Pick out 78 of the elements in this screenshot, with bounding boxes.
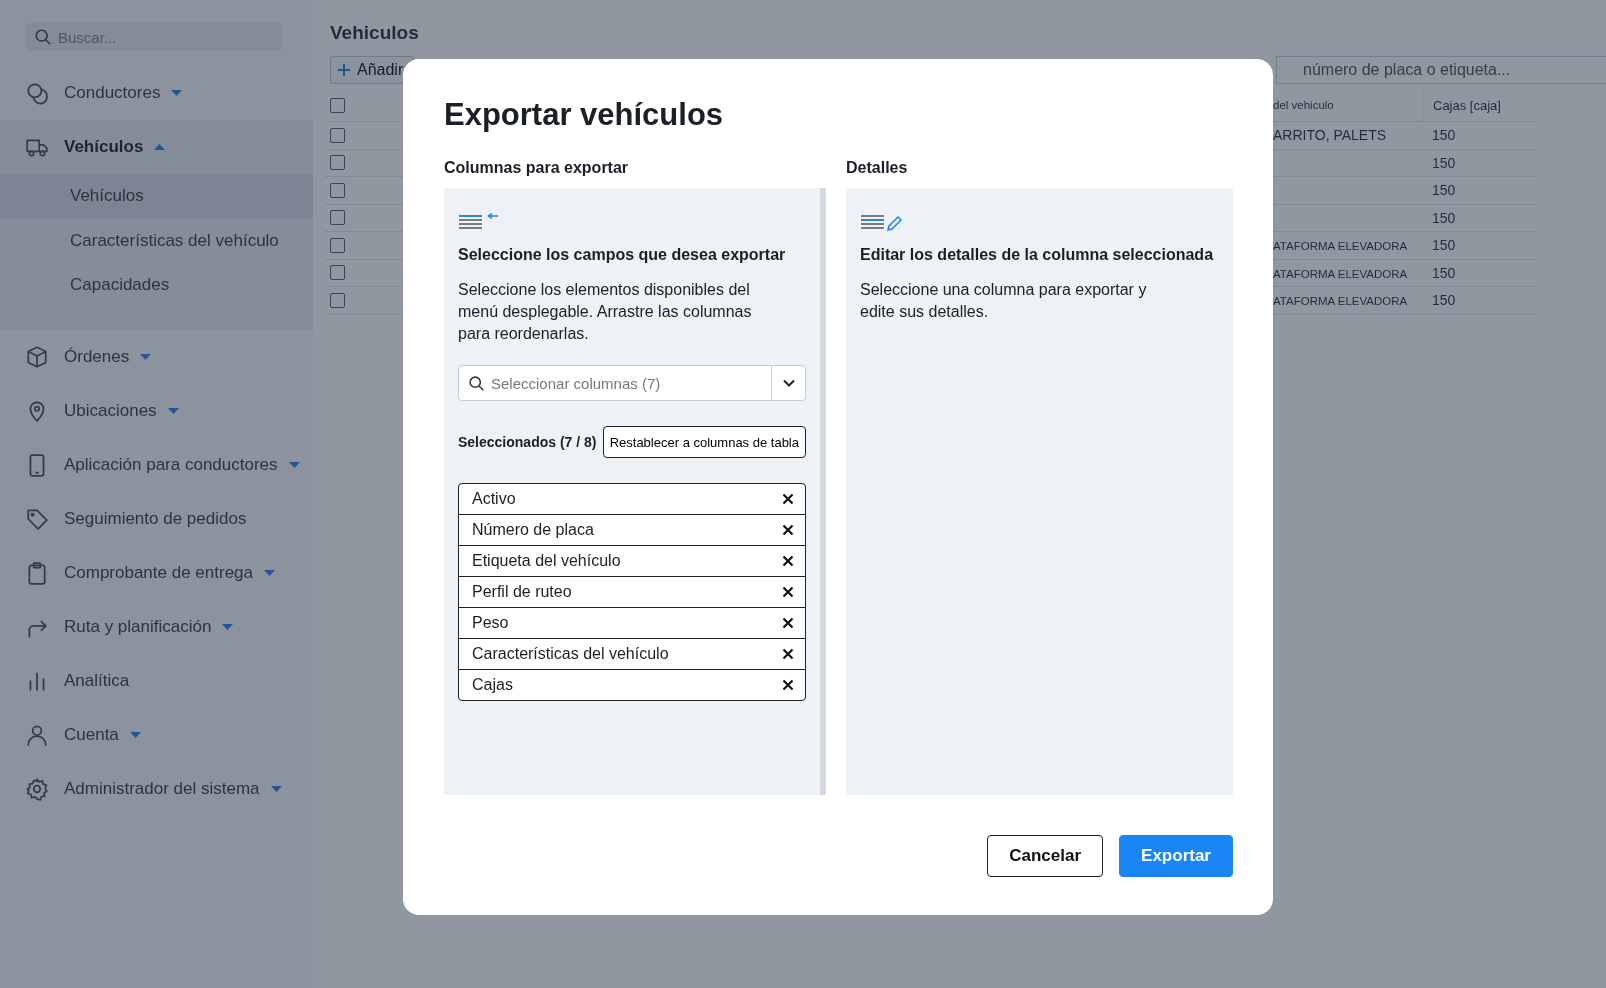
page-title: Vehiculos: [330, 22, 420, 44]
table-cell: 150: [1432, 127, 1456, 144]
nav-item[interactable]: Conductores: [64, 83, 161, 103]
column-item[interactable]: Cajas: [472, 676, 513, 694]
search-icon: [468, 374, 485, 392]
column-header: del vehiculo: [1273, 99, 1334, 111]
plus-icon: [337, 63, 351, 77]
cancel-button[interactable]: Cancelar: [987, 835, 1104, 877]
chat-bubbles-icon: [25, 81, 49, 105]
column-item[interactable]: Activo: [472, 490, 516, 508]
column-item[interactable]: Perfil de ruteo: [472, 583, 572, 601]
table-cell: 150: [1432, 264, 1456, 281]
table-cell: 150: [1432, 292, 1456, 309]
chevron-down-icon: [782, 379, 795, 387]
dialog-title: Exportar vehículos: [444, 97, 725, 133]
panel-text: Seleccione una columna para exportar y edite sus detalles.: [860, 280, 1148, 322]
person-icon: [25, 722, 49, 747]
column-select[interactable]: Seleccionar columnas (7): [458, 365, 806, 401]
column-header: Cajas [caja]: [1433, 97, 1501, 113]
column-select[interactable]: Seleccionar columnas (7): [491, 366, 771, 400]
table-cell: ATAFORMA ELEVADORA: [1273, 240, 1408, 253]
row-checkbox[interactable]: [330, 237, 345, 253]
table-cell: ATAFORMA ELEVADORA: [1273, 267, 1408, 280]
add-button[interactable]: Añadir: [330, 56, 415, 84]
row-checkbox[interactable]: [330, 127, 345, 143]
nav-item[interactable]: Ubicaciones: [64, 400, 157, 421]
column-item[interactable]: Peso: [472, 614, 509, 632]
nav-subitem[interactable]: Vehículos: [0, 174, 313, 219]
row-checkbox[interactable]: [330, 182, 345, 198]
panel-text: Seleccione los elementos disponibles del menú desplegable. Arrastre las columnas para reordenarlas.: [458, 280, 753, 344]
row-checkbox[interactable]: [330, 97, 345, 113]
column-item[interactable]: Características del vehículo: [472, 645, 669, 663]
list-pencil-icon: [860, 213, 904, 231]
nav-item[interactable]: Administrador del sistema: [64, 778, 260, 799]
nav-item[interactable]: Cuenta: [64, 724, 119, 745]
clipboard-icon: [25, 560, 49, 585]
settings-icon: [25, 776, 49, 801]
nav-subitem[interactable]: Características del vehículo: [0, 218, 313, 263]
remove-button[interactable]: [780, 522, 796, 538]
table-cell: ATAFORMA ELEVADORA: [1273, 295, 1408, 308]
search-field[interactable]: Buscar...: [26, 23, 282, 51]
nav-subitem[interactable]: Capacidades: [0, 263, 313, 308]
panel-heading: Seleccione los campos que desea exportar: [458, 246, 787, 264]
search-field[interactable]: Buscar...: [58, 23, 274, 51]
table-cell: 150: [1432, 154, 1456, 171]
remove-button[interactable]: [780, 584, 796, 600]
search-field[interactable]: número de placa o etiqueta...: [1276, 56, 1606, 84]
export-button[interactable]: Exportar: [1119, 835, 1233, 877]
search-icon: [34, 28, 52, 46]
panel-heading: Editar los detalles de la columna seleccionada: [860, 246, 1215, 264]
remove-button[interactable]: [780, 677, 796, 693]
row-checkbox[interactable]: [330, 265, 345, 281]
remove-button[interactable]: [780, 646, 796, 662]
section-label: Columnas para exportar: [444, 159, 630, 177]
section-label: Detalles: [846, 159, 909, 177]
table-cell: 150: [1432, 209, 1456, 226]
selected-count: Seleccionados (7 / 8): [458, 434, 597, 450]
box-icon: [25, 344, 49, 369]
remove-button[interactable]: [780, 615, 796, 631]
nav-item[interactable]: Comprobante de entrega: [64, 562, 254, 583]
table-cell: ARRITO, PALETS: [1273, 127, 1387, 144]
tag-icon: [25, 506, 49, 531]
nav-item[interactable]: Órdenes: [64, 346, 130, 367]
table-cell: 150: [1432, 237, 1456, 254]
remove-button[interactable]: [780, 491, 796, 507]
nav-item[interactable]: Vehículos: [64, 137, 144, 157]
nav-item[interactable]: Ruta y planificación: [64, 616, 212, 637]
row-checkbox[interactable]: [330, 292, 345, 308]
nav-item[interactable]: Aplicación para conductores: [64, 454, 278, 475]
column-item[interactable]: Etiqueta del vehículo: [472, 552, 621, 570]
row-checkbox[interactable]: [330, 210, 345, 226]
remove-button[interactable]: [780, 553, 796, 569]
row-checkbox[interactable]: [330, 155, 345, 171]
nav-item[interactable]: Seguimiento de pedidos: [64, 508, 247, 529]
column-item[interactable]: Número de placa: [472, 521, 594, 539]
reset-button[interactable]: Restablecer a columnas de tabla: [602, 426, 806, 458]
table-cell: 150: [1432, 182, 1456, 199]
nav-item[interactable]: Analítica: [64, 670, 130, 691]
